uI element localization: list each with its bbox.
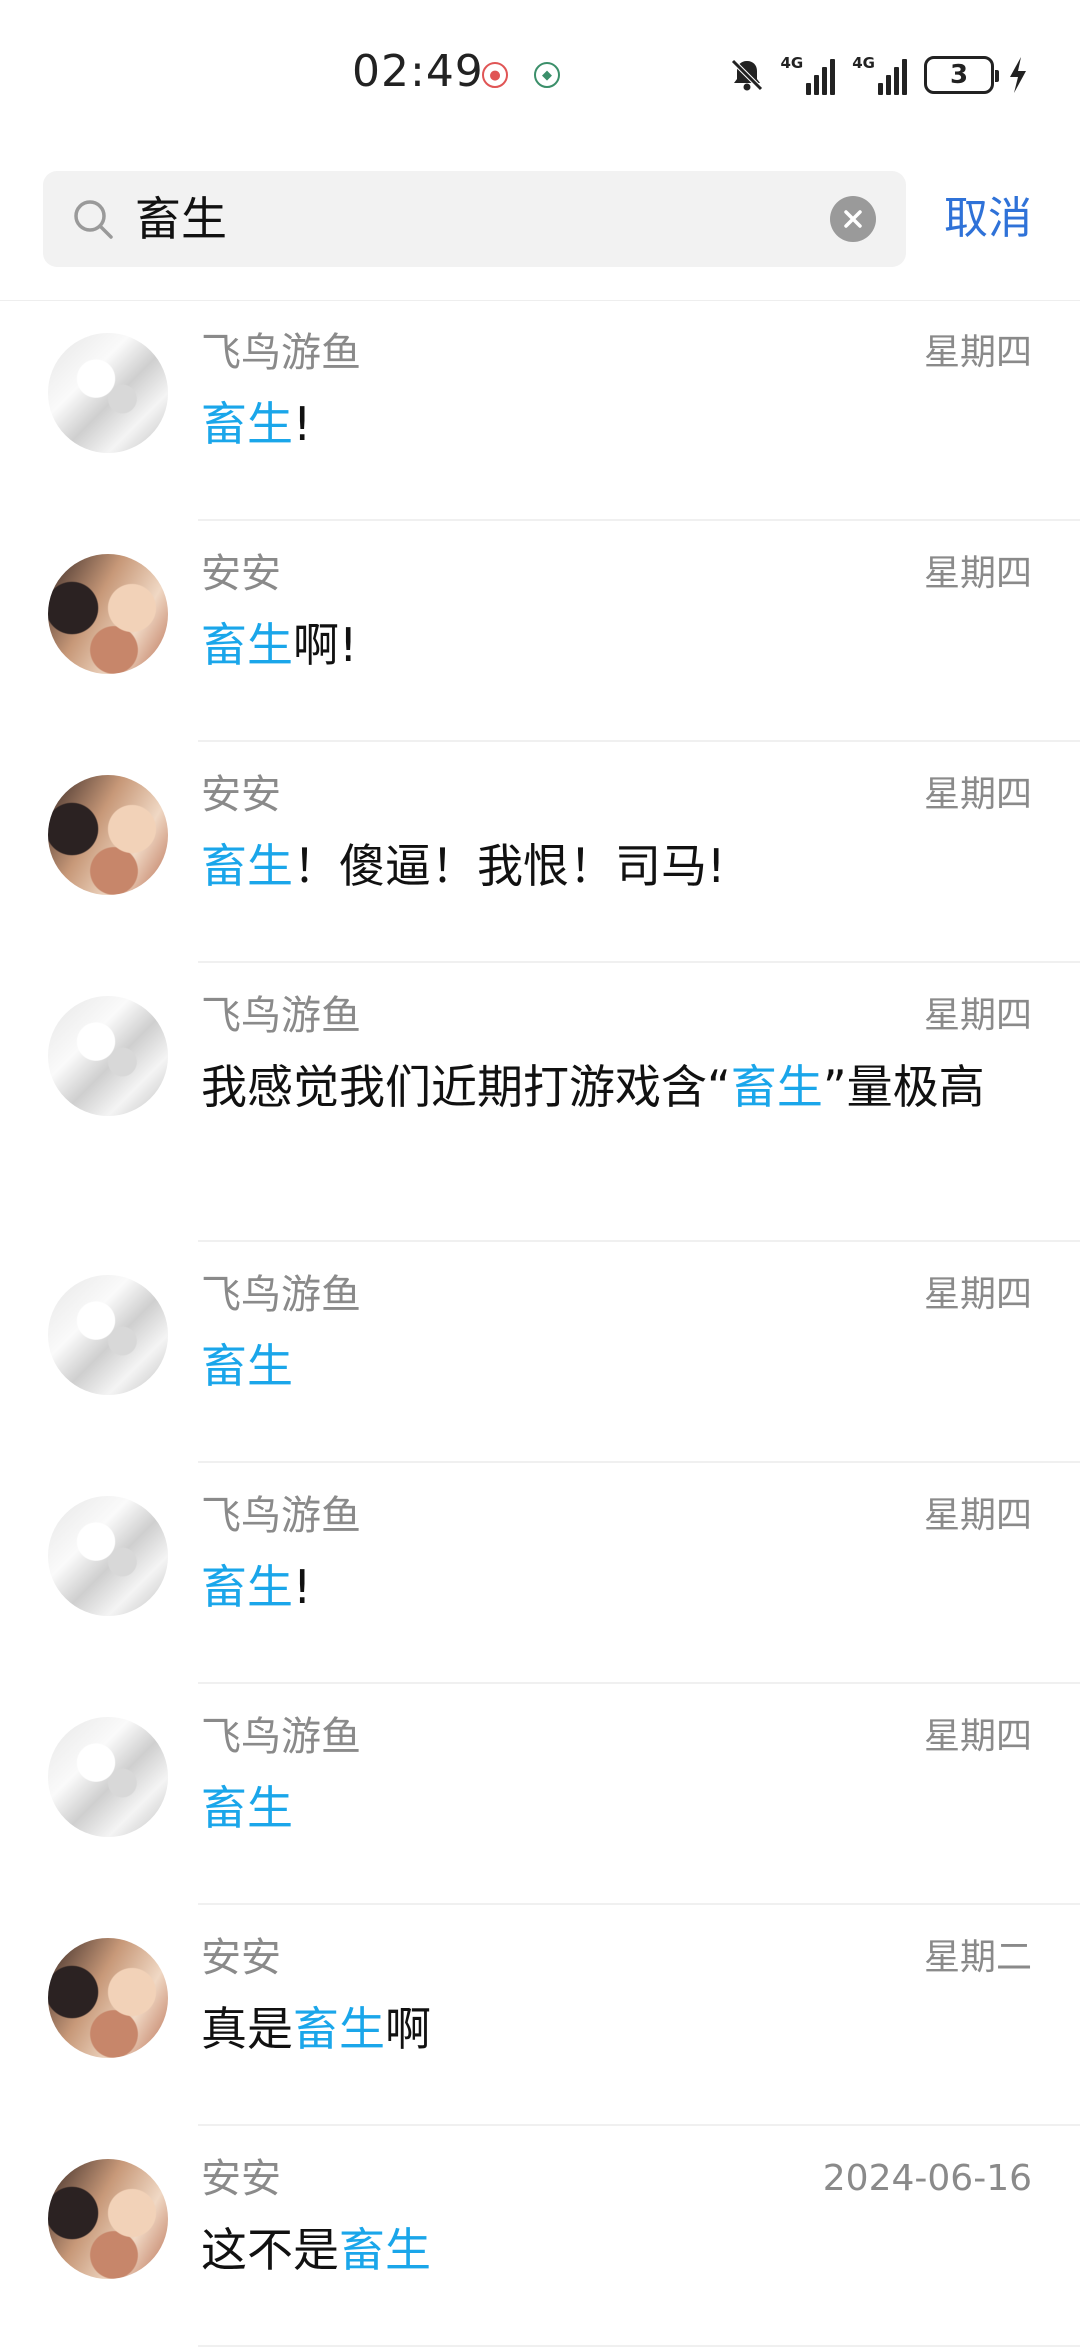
message-date: 星期四 bbox=[923, 1495, 1032, 1536]
search-results-list: 飞鸟游鱼 星期四 畜生! 安安 星期四 畜生啊! 安安 星期四 畜生！傻逼！我恨… bbox=[0, 300, 1080, 2347]
list-item[interactable]: 飞鸟游鱼 星期四 畜生! bbox=[0, 1463, 1080, 1684]
avatar[interactable] bbox=[48, 996, 168, 1116]
charging-bolt-icon bbox=[1010, 57, 1026, 93]
cell-signal-icon: 4G bbox=[852, 55, 910, 95]
search-input[interactable]: 畜生 bbox=[43, 171, 906, 267]
battery-level: 3 bbox=[949, 60, 969, 90]
keyword-highlight: 畜生 bbox=[201, 839, 293, 893]
avatar[interactable] bbox=[48, 1938, 168, 2058]
avatar[interactable] bbox=[48, 554, 168, 674]
cancel-button[interactable]: 取消 bbox=[944, 190, 1032, 248]
message-snippet: 畜生! bbox=[201, 1560, 312, 1614]
message-date: 星期二 bbox=[923, 1937, 1032, 1978]
sender-name: 飞鸟游鱼 bbox=[201, 1272, 361, 1318]
keyword-highlight: 畜生 bbox=[201, 397, 293, 451]
list-item[interactable]: 飞鸟游鱼 星期四 畜生 bbox=[0, 1242, 1080, 1463]
list-item[interactable]: 安安 2024-06-16 这不是畜生 bbox=[0, 2126, 1080, 2347]
close-icon bbox=[844, 210, 862, 228]
message-snippet: 我感觉我们近期打游戏含“畜生”量极高 bbox=[201, 1060, 985, 1114]
sender-name: 安安 bbox=[201, 1935, 281, 1981]
list-item[interactable]: 安安 星期四 畜生啊! bbox=[0, 521, 1080, 742]
sender-name: 飞鸟游鱼 bbox=[201, 1714, 361, 1760]
message-snippet: 畜生 bbox=[201, 1779, 1031, 1837]
status-icons: 4G 4G 3 bbox=[727, 52, 1029, 98]
keyword-highlight: 畜生 bbox=[201, 1781, 293, 1835]
sender-name: 飞鸟游鱼 bbox=[201, 1493, 361, 1539]
app-notification-icon: ● bbox=[482, 62, 508, 88]
avatar[interactable] bbox=[48, 775, 168, 895]
avatar[interactable] bbox=[48, 1275, 168, 1395]
cell-signal-icon: 4G bbox=[781, 55, 839, 95]
message-date: 星期四 bbox=[923, 332, 1032, 373]
message-snippet: 这不是畜生 bbox=[201, 2223, 431, 2277]
message-date: 星期四 bbox=[923, 774, 1032, 815]
search-query[interactable]: 畜生 bbox=[135, 191, 227, 247]
clear-search-icon[interactable] bbox=[830, 196, 876, 242]
sender-name: 飞鸟游鱼 bbox=[201, 993, 361, 1039]
list-item[interactable]: 飞鸟游鱼 星期四 畜生! bbox=[0, 300, 1080, 521]
sender-name: 安安 bbox=[201, 2156, 281, 2202]
keyword-highlight: 畜生 bbox=[201, 1339, 293, 1393]
search-icon bbox=[74, 200, 113, 239]
message-snippet: 真是畜生啊 bbox=[201, 2002, 431, 2056]
keyword-highlight: 畜生 bbox=[339, 2223, 431, 2277]
status-time: 02:49 bbox=[352, 46, 484, 97]
list-item[interactable]: 飞鸟游鱼 星期四 畜生 bbox=[0, 1684, 1080, 1905]
keyword-highlight: 畜生 bbox=[293, 2002, 385, 2056]
message-snippet: 畜生! bbox=[201, 397, 312, 451]
avatar[interactable] bbox=[48, 1496, 168, 1616]
message-date: 星期四 bbox=[923, 1274, 1032, 1315]
list-item[interactable]: 飞鸟游鱼 星期四 我感觉我们近期打游戏含“畜生”量极高 bbox=[0, 963, 1080, 1242]
keyword-highlight: 畜生 bbox=[730, 1060, 823, 1114]
avatar[interactable] bbox=[48, 2159, 168, 2279]
app-notification-icon: ◆ bbox=[534, 62, 560, 88]
message-date: 星期四 bbox=[923, 553, 1032, 594]
keyword-highlight: 畜生 bbox=[201, 1560, 293, 1614]
list-item[interactable]: 安安 星期四 畜生！傻逼！我恨！司马! bbox=[0, 742, 1080, 963]
list-item[interactable]: 安安 星期二 真是畜生啊 bbox=[0, 1905, 1080, 2126]
sender-name: 飞鸟游鱼 bbox=[201, 330, 361, 376]
message-snippet: 畜生！傻逼！我恨！司马! bbox=[201, 839, 726, 893]
avatar[interactable] bbox=[48, 333, 168, 453]
message-snippet: 畜生啊! bbox=[201, 618, 358, 672]
avatar[interactable] bbox=[48, 1717, 168, 1837]
message-date: 星期四 bbox=[923, 1716, 1032, 1757]
message-snippet: 畜生 bbox=[201, 1337, 1031, 1395]
keyword-highlight: 畜生 bbox=[201, 618, 293, 672]
message-date: 2024-06-16 bbox=[822, 2158, 1032, 2199]
sender-name: 安安 bbox=[201, 551, 281, 597]
message-date: 星期四 bbox=[923, 995, 1032, 1036]
sender-name: 安安 bbox=[201, 772, 281, 818]
mute-bell-icon bbox=[730, 59, 763, 91]
status-bar: 02:49 ● ◆ 4G 4G 3 bbox=[0, 0, 1080, 150]
battery-icon: 3 bbox=[924, 56, 999, 94]
